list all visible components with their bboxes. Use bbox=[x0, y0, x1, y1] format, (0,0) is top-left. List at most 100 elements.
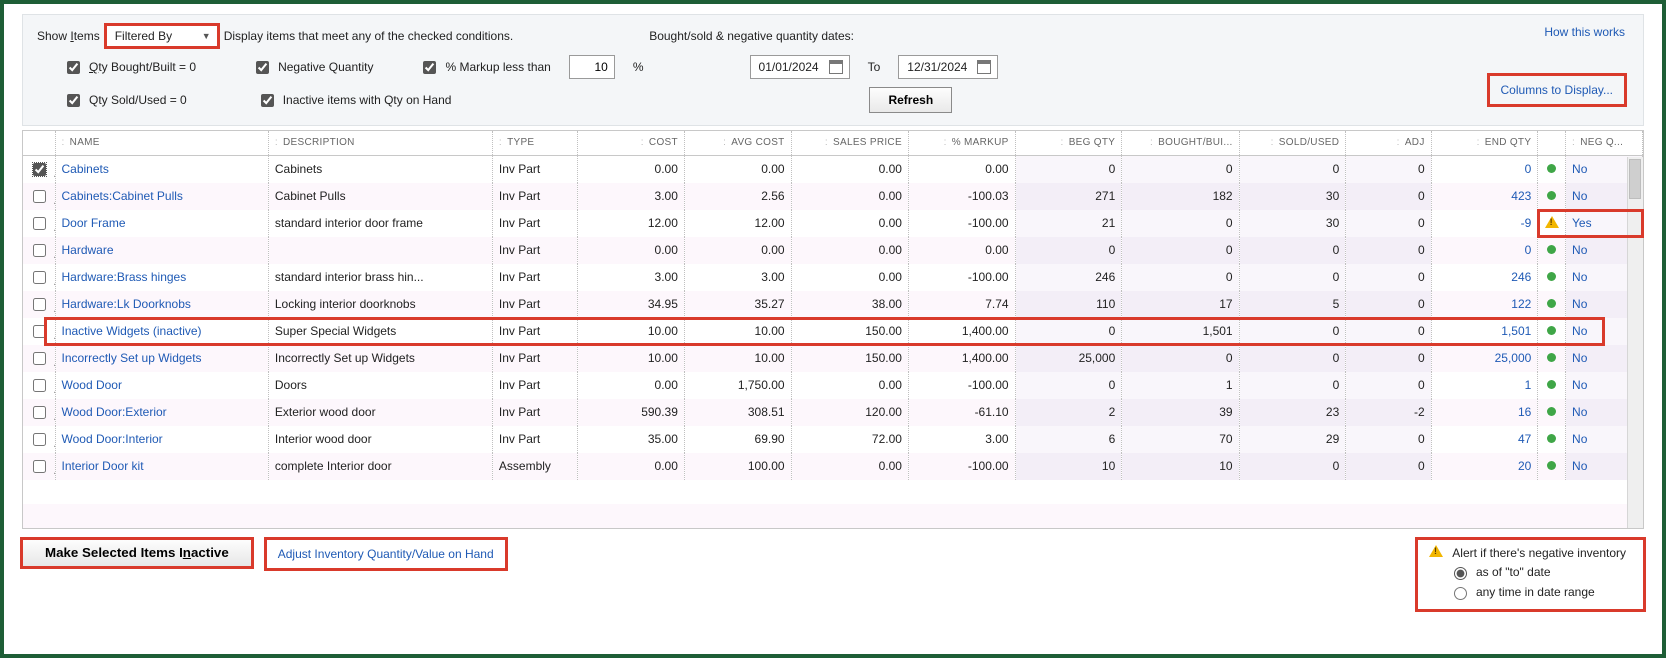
markup-cell: -100.00 bbox=[908, 210, 1015, 237]
table-row[interactable]: HardwareInv Part0.000.000.000.0000000No bbox=[23, 237, 1643, 264]
table-row[interactable]: Door Framestandard interior door frameIn… bbox=[23, 210, 1643, 237]
row-checkbox[interactable] bbox=[33, 163, 46, 176]
markup-cell: -100.00 bbox=[908, 264, 1015, 291]
name-cell[interactable]: Wood Door:Interior bbox=[55, 426, 268, 453]
adj-cell: 0 bbox=[1346, 426, 1431, 453]
end-qty-cell[interactable]: 1,501 bbox=[1431, 318, 1538, 345]
ok-dot-icon bbox=[1547, 461, 1556, 470]
inventory-grid: NAME DESCRIPTION TYPE COST AVG COST SALE… bbox=[22, 130, 1644, 529]
desc-cell bbox=[268, 237, 492, 264]
adjust-inventory-link[interactable]: Adjust Inventory Quantity/Value on Hand bbox=[266, 539, 506, 569]
desc-cell: complete Interior door bbox=[268, 453, 492, 480]
table-row[interactable]: Wood Door:ExteriorExterior wood doorInv … bbox=[23, 399, 1643, 426]
row-checkbox[interactable] bbox=[33, 298, 46, 311]
end-qty-cell[interactable]: 16 bbox=[1431, 399, 1538, 426]
vertical-scrollbar[interactable] bbox=[1627, 157, 1643, 528]
name-cell[interactable]: Wood Door:Exterior bbox=[55, 399, 268, 426]
avg-cost-cell: 2.56 bbox=[684, 183, 791, 210]
table-row[interactable]: CabinetsCabinetsInv Part0.000.000.000.00… bbox=[23, 155, 1643, 183]
row-checkbox[interactable] bbox=[33, 244, 46, 257]
type-cell: Inv Part bbox=[492, 399, 577, 426]
sales-price-cell: 0.00 bbox=[791, 237, 908, 264]
end-qty-cell[interactable]: 20 bbox=[1431, 453, 1538, 480]
table-row[interactable]: Cabinets:Cabinet PullsCabinet PullsInv P… bbox=[23, 183, 1643, 210]
name-cell[interactable]: Incorrectly Set up Widgets bbox=[55, 345, 268, 372]
bought-cell: 70 bbox=[1122, 426, 1239, 453]
cost-cell: 0.00 bbox=[578, 372, 685, 399]
desc-cell: Incorrectly Set up Widgets bbox=[268, 345, 492, 372]
end-qty-cell[interactable]: -9 bbox=[1431, 210, 1538, 237]
end-qty-cell[interactable]: 47 bbox=[1431, 426, 1538, 453]
how-this-works-link[interactable]: How this works bbox=[1544, 25, 1625, 39]
name-cell[interactable]: Hardware:Brass hinges bbox=[55, 264, 268, 291]
ok-dot-icon bbox=[1547, 164, 1556, 173]
sales-price-cell: 38.00 bbox=[791, 291, 908, 318]
bought-cell: 17 bbox=[1122, 291, 1239, 318]
name-cell[interactable]: Door Frame bbox=[55, 210, 268, 237]
row-checkbox[interactable] bbox=[33, 271, 46, 284]
name-cell[interactable]: Hardware:Lk Doorknobs bbox=[55, 291, 268, 318]
make-inactive-button[interactable]: Make Selected Items Inactive bbox=[22, 539, 252, 567]
end-qty-cell[interactable]: 246 bbox=[1431, 264, 1538, 291]
sales-price-cell: 0.00 bbox=[791, 155, 908, 183]
row-checkbox[interactable] bbox=[33, 190, 46, 203]
end-qty-cell[interactable]: 25,000 bbox=[1431, 345, 1538, 372]
markup-value-input[interactable] bbox=[569, 55, 615, 79]
adj-cell: 0 bbox=[1346, 264, 1431, 291]
row-checkbox[interactable] bbox=[33, 217, 46, 230]
row-checkbox[interactable] bbox=[33, 433, 46, 446]
name-cell[interactable]: Interior Door kit bbox=[55, 453, 268, 480]
table-row[interactable]: Wood DoorDoorsInv Part0.001,750.000.00-1… bbox=[23, 372, 1643, 399]
date-to-input[interactable]: 12/31/2024 bbox=[898, 55, 998, 79]
alert-opt-as-of[interactable]: as of "to" date bbox=[1449, 564, 1626, 580]
calendar-icon[interactable] bbox=[829, 60, 843, 74]
row-checkbox[interactable] bbox=[33, 460, 46, 473]
sold-cell: 0 bbox=[1239, 345, 1346, 372]
chk-markup[interactable]: % Markup less than bbox=[419, 58, 550, 77]
refresh-button[interactable]: Refresh bbox=[869, 87, 952, 113]
table-row[interactable]: Inactive Widgets (inactive)Super Special… bbox=[23, 318, 1643, 345]
date-from-input[interactable]: 01/01/2024 bbox=[750, 55, 850, 79]
row-checkbox[interactable] bbox=[33, 379, 46, 392]
chk-qty-bought[interactable]: Qty Bought/Built = 0 bbox=[63, 58, 196, 77]
end-qty-cell[interactable]: 0 bbox=[1431, 237, 1538, 264]
end-qty-cell[interactable]: 423 bbox=[1431, 183, 1538, 210]
table-row[interactable]: Interior Door kitcomplete Interior doorA… bbox=[23, 453, 1643, 480]
show-items-dropdown[interactable]: Filtered By ▼ bbox=[106, 25, 218, 47]
sales-price-cell: 0.00 bbox=[791, 372, 908, 399]
row-checkbox[interactable] bbox=[33, 325, 46, 338]
name-cell[interactable]: Hardware bbox=[55, 237, 268, 264]
chk-qty-sold[interactable]: Qty Sold/Used = 0 bbox=[63, 91, 187, 110]
sold-cell: 30 bbox=[1239, 183, 1346, 210]
columns-to-display-link[interactable]: Columns to Display... bbox=[1489, 75, 1625, 105]
name-cell[interactable]: Wood Door bbox=[55, 372, 268, 399]
to-label: To bbox=[868, 60, 881, 74]
table-row[interactable]: Incorrectly Set up WidgetsIncorrectly Se… bbox=[23, 345, 1643, 372]
alert-opt-range[interactable]: any time in date range bbox=[1449, 584, 1626, 600]
cost-cell: 10.00 bbox=[578, 345, 685, 372]
row-checkbox[interactable] bbox=[33, 352, 46, 365]
table-row[interactable]: Wood Door:InteriorInterior wood doorInv … bbox=[23, 426, 1643, 453]
end-qty-cell[interactable]: 1 bbox=[1431, 372, 1538, 399]
beg-qty-cell: 25,000 bbox=[1015, 345, 1122, 372]
sold-cell: 23 bbox=[1239, 399, 1346, 426]
type-cell: Inv Part bbox=[492, 210, 577, 237]
name-cell[interactable]: Cabinets bbox=[55, 155, 268, 183]
status-icon-cell bbox=[1538, 183, 1566, 210]
warning-icon bbox=[1545, 216, 1559, 228]
table-row[interactable]: Hardware:Brass hingesstandard interior b… bbox=[23, 264, 1643, 291]
end-qty-cell[interactable]: 122 bbox=[1431, 291, 1538, 318]
chk-inactive[interactable]: Inactive items with Qty on Hand bbox=[257, 91, 452, 110]
row-checkbox[interactable] bbox=[33, 406, 46, 419]
calendar-icon[interactable] bbox=[977, 60, 991, 74]
markup-cell: 3.00 bbox=[908, 426, 1015, 453]
name-cell[interactable]: Cabinets:Cabinet Pulls bbox=[55, 183, 268, 210]
end-qty-cell[interactable]: 0 bbox=[1431, 155, 1538, 183]
sold-cell: 30 bbox=[1239, 210, 1346, 237]
name-cell[interactable]: Inactive Widgets (inactive) bbox=[55, 318, 268, 345]
table-row[interactable]: Hardware:Lk DoorknobsLocking interior do… bbox=[23, 291, 1643, 318]
chk-negative-qty[interactable]: Negative Quantity bbox=[252, 58, 373, 77]
ok-dot-icon bbox=[1547, 299, 1556, 308]
status-icon-cell bbox=[1538, 345, 1566, 372]
cost-cell: 3.00 bbox=[578, 183, 685, 210]
